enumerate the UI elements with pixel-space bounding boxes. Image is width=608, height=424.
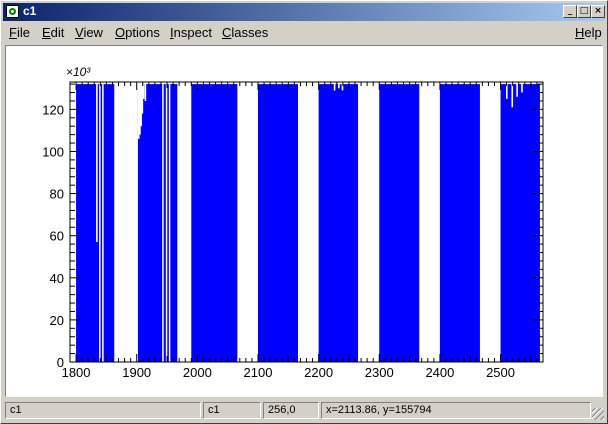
menu-inspect[interactable]: Inspect [170,25,212,40]
y-tick-label: 60 [50,229,64,244]
x-tick-label: 2400 [425,365,454,380]
bar-dip-13 [521,83,523,93]
window-title: c1 [23,4,37,18]
bar-block-5 [379,84,420,363]
status-bar: c1 c1 256,0 x=2113.86, y=155794 [3,401,605,421]
bar-gap-1 [102,84,104,363]
menu-help[interactable]: Help [575,25,602,40]
resize-grip-icon[interactable] [592,408,604,420]
bar-block-2 [191,84,238,363]
bar-gap-4 [168,84,171,363]
y-exponent-label: ×10³ [66,65,91,79]
menu-bar: File Edit View Options Inspect Classes H… [3,23,605,43]
bar-gap-3 [165,84,168,363]
bar-block-1 [137,84,178,363]
close-button[interactable]: × [591,5,605,18]
x-tick-label: 1800 [62,365,91,380]
bar-dip-12 [516,83,518,97]
y-tick-label: 0 [57,355,64,370]
bar-gap-2 [162,84,164,363]
menu-options[interactable]: Options [115,25,160,40]
bar-series [76,83,540,363]
bar-dip-8 [338,83,340,89]
bar-block-6 [439,84,480,363]
status-object: c1 [5,402,201,419]
y-tick-label: 120 [42,102,64,117]
menu-edit[interactable]: Edit [42,25,64,40]
bar-dip-6 [144,83,147,101]
x-tick-label: 2200 [304,365,333,380]
status-canvas: c1 [203,402,261,419]
root-app-icon[interactable] [6,5,19,18]
bar-block-4 [318,84,359,363]
title-bar[interactable]: c1 _ □ × [3,3,605,21]
bar-block-3 [257,84,299,363]
bar-dip-11 [511,83,514,108]
status-pixel: 256,0 [263,402,319,419]
bar-gap-0 [99,84,101,363]
x-tick-label: 2000 [183,365,212,380]
bar-dip-0 [96,83,98,243]
bar-dip-7 [333,83,336,91]
x-tick-label: 2500 [486,365,515,380]
menu-file[interactable]: File [9,25,30,40]
y-tick-label: 20 [50,313,64,328]
x-tick-label: 2100 [244,365,273,380]
minimize-button[interactable]: _ [563,5,577,18]
root-canvas-window: c1 _ □ × File Edit View Options Inspect … [0,0,608,424]
y-tick-label: 100 [42,144,64,159]
histogram-plot[interactable]: 1800 1900 2000 2100 2200 2300 2400 2500 0 20 40 60 8… [6,46,602,396]
menu-classes[interactable]: Classes [222,25,268,40]
canvas-area[interactable]: 1800 1900 2000 2100 2200 2300 2400 2500 0 20 40 60 8… [5,45,603,397]
maximize-button[interactable]: □ [577,5,591,18]
bar-block-0 [76,84,115,363]
y-tick-label: 40 [50,271,64,286]
status-coords: x=2113.86, y=155794 [321,402,591,419]
y-tick-label: 80 [50,187,64,202]
x-tick-label: 2300 [365,365,394,380]
menu-view[interactable]: View [75,25,103,40]
x-tick-label: 1900 [122,365,151,380]
